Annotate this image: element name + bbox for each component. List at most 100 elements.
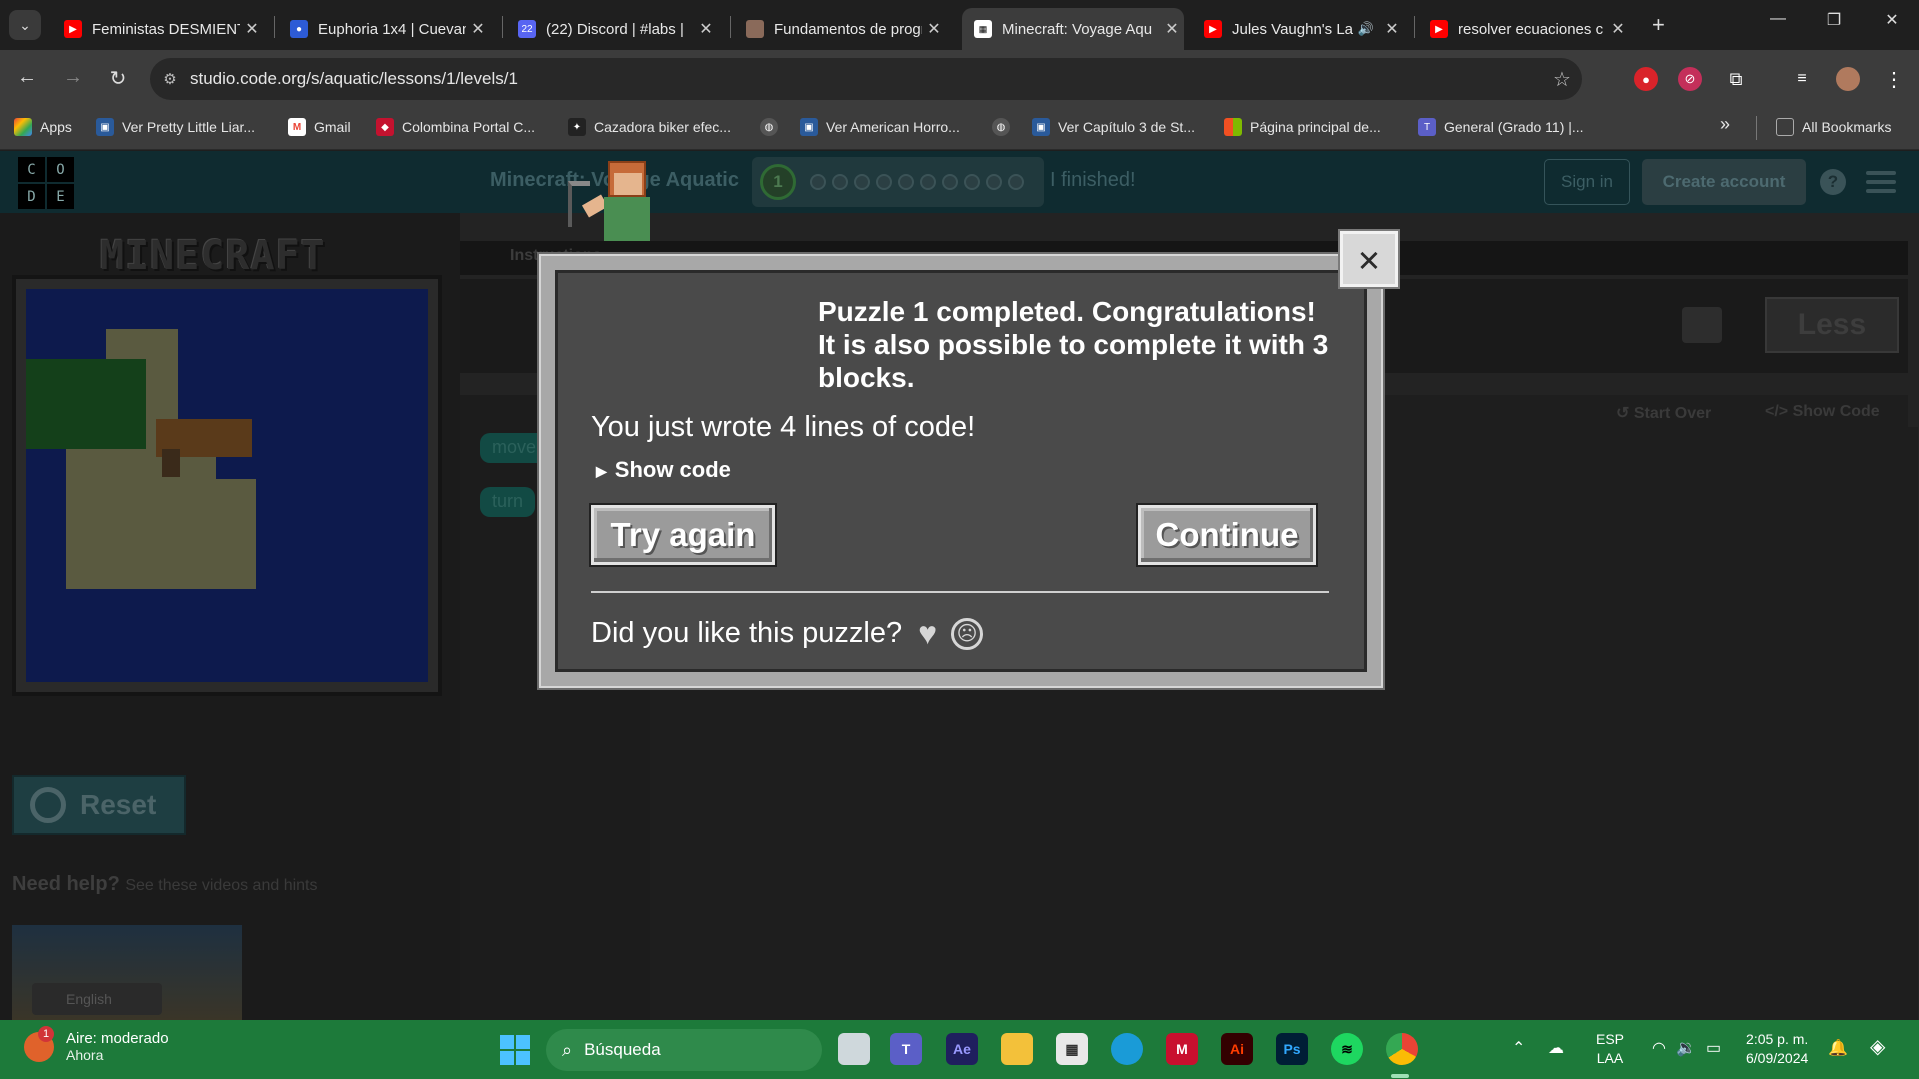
restore-icon[interactable]: ❐ bbox=[1814, 10, 1854, 30]
bookmark-pll[interactable]: ▣ Ver Pretty Little Liar... bbox=[96, 118, 255, 136]
audio-playing-icon[interactable]: 🔊 bbox=[1358, 21, 1374, 37]
close-tab-icon[interactable]: ✕ bbox=[694, 19, 718, 39]
search-icon: ⌕ bbox=[562, 1039, 573, 1060]
tab-3[interactable]: 22 (22) Discord | #labs | ✕ bbox=[506, 8, 718, 50]
after-effects-icon[interactable]: Ae bbox=[946, 1033, 978, 1065]
bookmark-capitulo[interactable]: ▣ Ver Capítulo 3 de St... bbox=[1032, 118, 1195, 136]
notification-bell-icon[interactable]: 🔔 bbox=[1828, 1038, 1848, 1058]
address-bar[interactable]: ⚙ studio.code.org/s/aquatic/lessons/1/le… bbox=[150, 58, 1582, 100]
youtube-icon: ▶ bbox=[1430, 20, 1448, 38]
bookmark-label: Ver American Horro... bbox=[826, 119, 960, 135]
illustrator-icon[interactable]: Ai bbox=[1221, 1033, 1253, 1065]
profile-avatar[interactable] bbox=[1836, 67, 1860, 91]
heart-icon[interactable]: ♥ bbox=[918, 615, 937, 652]
edge-icon[interactable] bbox=[1111, 1033, 1143, 1065]
bookmark-microsoft[interactable]: Página principal de... bbox=[1224, 118, 1381, 136]
bookmarks-overflow[interactable]: » bbox=[1720, 114, 1730, 135]
spotify-icon[interactable]: ≋ bbox=[1331, 1033, 1363, 1065]
bookmark-label: General (Grado 11) |... bbox=[1444, 119, 1584, 135]
tab-4[interactable]: Fundamentos de progr ✕ bbox=[734, 8, 946, 50]
bookmark-star-icon[interactable]: ☆ bbox=[1542, 67, 1582, 92]
bookmark-globe-1[interactable]: ◍ bbox=[760, 118, 786, 136]
photoshop-icon[interactable]: Ps bbox=[1276, 1033, 1308, 1065]
onedrive-icon[interactable]: ☁ bbox=[1548, 1038, 1564, 1058]
bookmark-colombina[interactable]: ◆ Colombina Portal C... bbox=[376, 118, 535, 136]
lines-of-code-message: You just wrote 4 lines of code! bbox=[591, 411, 976, 443]
close-tab-icon[interactable]: ✕ bbox=[1380, 19, 1404, 39]
close-tab-icon[interactable]: ✕ bbox=[922, 19, 946, 39]
all-bookmarks[interactable]: All Bookmarks bbox=[1776, 118, 1891, 136]
bookmark-label: Cazadora biker efec... bbox=[594, 119, 731, 135]
extension-icon[interactable]: ● bbox=[1634, 67, 1658, 91]
tab-title: Jules Vaughn's La bbox=[1232, 20, 1354, 38]
continue-button[interactable]: Continue bbox=[1138, 505, 1316, 565]
face bbox=[614, 173, 642, 195]
clock[interactable]: 2:05 p. m. 6/09/2024 bbox=[1746, 1030, 1808, 1068]
youtube-icon: ▶ bbox=[64, 20, 82, 38]
bookmark-cazadora[interactable]: ✦ Cazadora biker efec... bbox=[568, 118, 731, 136]
tab-2[interactable]: ● Euphoria 1x4 | Cuevana ✕ bbox=[278, 8, 490, 50]
discord-icon: 22 bbox=[518, 20, 536, 38]
wifi-icon[interactable]: ◠ bbox=[1652, 1038, 1666, 1058]
media-controls-icon[interactable]: ≡ bbox=[1790, 67, 1814, 91]
show-hidden-icons[interactable]: ⌃ bbox=[1512, 1038, 1525, 1058]
task-view-icon[interactable] bbox=[838, 1033, 870, 1065]
frown-icon[interactable]: ☹ bbox=[951, 617, 984, 650]
browser-menu-icon[interactable]: ⋮ bbox=[1882, 67, 1906, 91]
bookmark-ahs[interactable]: ▣ Ver American Horro... bbox=[800, 118, 960, 136]
codeorg-icon: ▦ bbox=[974, 20, 992, 38]
close-tab-icon[interactable]: ✕ bbox=[1606, 19, 1630, 39]
reload-icon[interactable]: ↻ bbox=[103, 66, 133, 91]
weather-title: Aire: moderado bbox=[66, 1030, 169, 1047]
teams-icon[interactable]: T bbox=[890, 1033, 922, 1065]
tab-1[interactable]: ▶ Feministas DESMIENTEN ✕ bbox=[52, 8, 264, 50]
minimize-icon[interactable]: — bbox=[1758, 10, 1798, 28]
bookmark-gmail[interactable]: M Gmail bbox=[288, 118, 351, 136]
body bbox=[604, 197, 650, 241]
tab-5-active[interactable]: ▦ Minecraft: Voyage Aqu ✕ bbox=[962, 8, 1184, 50]
bookmark-globe-2[interactable]: ◍ bbox=[992, 118, 1018, 136]
globe-icon: ◍ bbox=[992, 118, 1010, 136]
close-window-icon[interactable]: ✕ bbox=[1872, 10, 1912, 30]
tab-title: Fundamentos de progr bbox=[774, 20, 922, 38]
new-tab-button[interactable]: + bbox=[1652, 12, 1665, 38]
tab-6[interactable]: ▶ Jules Vaughn's La 🔊 ✕ bbox=[1192, 8, 1404, 50]
close-tab-icon[interactable]: ✕ bbox=[240, 19, 264, 39]
language-code: ESP bbox=[1596, 1031, 1625, 1047]
colombina-icon: ◆ bbox=[376, 118, 394, 136]
mcafee-icon[interactable]: M bbox=[1166, 1033, 1198, 1065]
file-explorer-icon[interactable] bbox=[1001, 1033, 1033, 1065]
url-text[interactable]: studio.code.org/s/aquatic/lessons/1/leve… bbox=[190, 69, 1542, 89]
bookmark-apps[interactable]: Apps bbox=[14, 118, 72, 136]
extensions-puzzle-icon[interactable]: ⧉ bbox=[1724, 67, 1748, 91]
microsoft-store-icon[interactable]: ▦ bbox=[1056, 1033, 1088, 1065]
site-info-icon[interactable]: ⚙ bbox=[150, 70, 190, 88]
input-language[interactable]: ESP LAA bbox=[1596, 1030, 1624, 1068]
show-code-toggle[interactable]: ▶ Show code bbox=[596, 457, 731, 483]
back-icon[interactable]: ← bbox=[12, 66, 42, 89]
try-again-button[interactable]: Try again bbox=[591, 505, 775, 565]
close-tab-icon[interactable]: ✕ bbox=[1160, 19, 1184, 39]
tab-7[interactable]: ▶ resolver ecuaciones c ✕ bbox=[1418, 8, 1630, 50]
volume-icon[interactable]: 🔉 bbox=[1676, 1038, 1696, 1058]
close-dialog-icon[interactable]: ✕ bbox=[1340, 231, 1398, 287]
close-tab-icon[interactable]: ✕ bbox=[466, 19, 490, 39]
bookmark-label: Gmail bbox=[314, 119, 351, 135]
weather-widget[interactable]: 1 Aire: moderado Ahora bbox=[24, 1025, 169, 1063]
film-icon: ▣ bbox=[1032, 118, 1050, 136]
teams-icon: T bbox=[1418, 118, 1436, 136]
copilot-icon[interactable]: ◈ bbox=[1870, 1034, 1885, 1059]
tab-separator bbox=[730, 16, 731, 38]
feedback-row: Did you like this puzzle? ♥ ☹ bbox=[591, 615, 984, 652]
notification-badge: 1 bbox=[38, 1025, 54, 1042]
windows-start-icon[interactable] bbox=[500, 1035, 530, 1065]
forward-icon[interactable]: → bbox=[58, 66, 88, 89]
battery-icon[interactable]: ▭ bbox=[1706, 1038, 1721, 1058]
blocker-extension-icon[interactable]: ⊘ bbox=[1678, 67, 1702, 91]
tab-search-button[interactable]: ⌄ bbox=[9, 10, 41, 40]
chrome-icon[interactable] bbox=[1386, 1033, 1418, 1065]
feedback-question: Did you like this puzzle? bbox=[591, 617, 903, 649]
taskbar-search[interactable]: ⌕ Búsqueda bbox=[546, 1029, 822, 1071]
bookmark-teams[interactable]: T General (Grado 11) |... bbox=[1418, 118, 1584, 136]
apps-grid-icon bbox=[14, 118, 32, 136]
